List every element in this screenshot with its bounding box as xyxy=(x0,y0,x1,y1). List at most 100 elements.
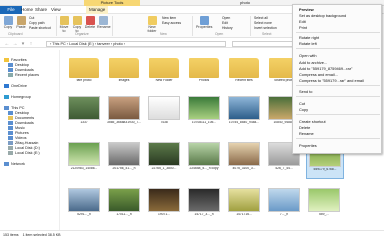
properties-button[interactable]: Properties xyxy=(196,16,212,29)
nav-item-homegroup[interactable]: Homegroup xyxy=(4,95,31,100)
paste-shortcut-button[interactable]: Paste shortcut xyxy=(29,26,51,30)
file-name: Recent files xyxy=(235,79,253,82)
network-icon xyxy=(4,162,9,166)
copy-path-button[interactable]: Copy path xyxy=(29,21,44,25)
menu-item-send-to[interactable]: Send to xyxy=(299,89,312,94)
rename-icon xyxy=(99,16,108,25)
menu-item-open-with[interactable]: Open with xyxy=(299,53,317,58)
list-item[interactable]: 10754_8540_9484... xyxy=(226,96,262,131)
group-separator xyxy=(192,16,193,36)
forward-arrow-icon[interactable]: → xyxy=(12,41,18,47)
nav-item-recent-places[interactable]: Recent places xyxy=(8,73,39,78)
list-item[interactable]: 4075_3100_3... xyxy=(226,142,262,177)
menu-item-properties[interactable]: Properties xyxy=(299,143,317,148)
list-item[interactable]: 19071... xyxy=(146,188,182,223)
file-name: 1471716... xyxy=(236,213,252,216)
menu-item-edit[interactable]: Edit xyxy=(299,19,306,24)
history-button[interactable]: History xyxy=(222,26,233,30)
copy-button[interactable]: Copy xyxy=(2,16,14,29)
image-thumbnail xyxy=(188,188,220,212)
nav-item-network[interactable]: Network xyxy=(4,162,25,167)
list-item[interactable]: 224658_5..._n copy xyxy=(186,142,222,177)
menu-item-add-to-archive[interactable]: Add to archive... xyxy=(299,60,327,65)
file-name: 1337 xyxy=(80,121,88,124)
menu-item-rotate-left[interactable]: Rotate left xyxy=(299,41,317,46)
rename-button[interactable]: Rename xyxy=(97,16,111,29)
image-thumbnail xyxy=(108,96,140,120)
list-item[interactable]: 22765_1_3800... xyxy=(146,142,182,177)
list-item[interactable]: 7438 xyxy=(146,96,182,131)
copy-to-button[interactable]: Copy to xyxy=(71,16,83,33)
list-item[interactable]: 14717_3..._n xyxy=(186,188,222,223)
drive-icon xyxy=(8,146,13,150)
menu-item-delete[interactable]: Delete xyxy=(299,125,310,130)
menu-item-compress-rar-email[interactable]: Compress to "559179...rar" and email xyxy=(299,78,364,83)
menu-item-rotate-right[interactable]: Rotate right xyxy=(299,35,319,40)
rename-label: Rename xyxy=(97,25,111,29)
new-folder-button[interactable]: New folder xyxy=(145,16,159,33)
cut-button[interactable]: Cut xyxy=(29,16,34,20)
menu-item-compress-email[interactable]: Compress and email... xyxy=(299,72,338,77)
file-name: 22765_1_3800... xyxy=(151,167,177,170)
list-item[interactable]: 10708111_105... xyxy=(186,96,222,131)
drive-icon xyxy=(8,151,13,155)
easy-access-button[interactable]: Easy access xyxy=(162,21,181,25)
list-item[interactable]: Photos xyxy=(186,56,222,89)
group-label-select: Select xyxy=(262,32,272,36)
image-thumbnail xyxy=(148,142,180,166)
list-item[interactable]: Recent files xyxy=(226,56,262,89)
downloads-icon xyxy=(8,121,13,125)
list-item[interactable]: 5291..._n xyxy=(66,188,102,223)
menu-item-rename[interactable]: Rename xyxy=(299,131,314,136)
menu-item-create-shortcut[interactable]: Create shortcut xyxy=(299,119,326,124)
group-separator xyxy=(250,16,251,36)
recent-locations-icon[interactable]: ▾ xyxy=(20,41,26,47)
file-name: 426_7_44... xyxy=(275,167,293,170)
list-item[interactable]: 1337 xyxy=(66,96,102,131)
new-item-button[interactable]: New item xyxy=(162,16,176,20)
list-item[interactable]: Images xyxy=(106,56,142,89)
nav-item-onedrive[interactable]: OneDrive xyxy=(4,84,27,89)
image-thumbnail xyxy=(188,96,220,120)
nav-item-local-disk-e[interactable]: Local Disk (E:) xyxy=(8,151,40,156)
menu-item-cut[interactable]: Cut xyxy=(299,101,305,106)
menu-separator xyxy=(296,48,380,49)
file-name: fare photo xyxy=(76,79,92,82)
list-item[interactable]: fare photo xyxy=(66,56,102,89)
file-name: 10708111_105... xyxy=(191,121,217,124)
up-arrow-icon[interactable]: ↑ xyxy=(28,41,34,47)
edit-button[interactable]: Edit xyxy=(222,21,228,25)
address-path[interactable]: › This PC › Local Disk (E:) › tanveer › … xyxy=(46,41,226,47)
list-item[interactable]: 7..._n xyxy=(266,188,302,223)
menu-item-add-to-rar[interactable]: Add to "559179_8759469...rar" xyxy=(299,66,352,71)
paste-button[interactable]: Paste xyxy=(15,16,27,29)
back-arrow-icon[interactable]: ← xyxy=(4,41,10,47)
open-button[interactable]: Open xyxy=(222,16,230,20)
list-item[interactable]: 201756_41..._n xyxy=(106,142,142,177)
list-item[interactable]: 1471716... xyxy=(226,188,262,223)
menu-item-print[interactable]: Print xyxy=(299,25,307,30)
folder-icon xyxy=(149,58,179,78)
invert-selection-button[interactable]: Invert selection xyxy=(254,26,277,30)
list-item[interactable]: New Folder xyxy=(146,56,182,89)
homegroup-icon xyxy=(4,95,9,99)
menu-item-preview[interactable]: Preview xyxy=(299,7,314,12)
new-folder-icon xyxy=(147,16,157,25)
delete-button[interactable]: Delete xyxy=(84,16,96,29)
select-all-button[interactable]: Select all xyxy=(254,16,268,20)
file-name: 3565_3668831930_7... xyxy=(107,121,141,124)
menu-item-set-desktop-background[interactable]: Set as desktop background xyxy=(299,13,346,18)
list-item[interactable]: 2120983_14086... xyxy=(66,142,102,177)
tab-manage[interactable]: Manage xyxy=(86,6,109,14)
move-to-button[interactable]: Move to xyxy=(58,16,70,33)
tab-view[interactable]: View xyxy=(48,6,64,14)
list-item[interactable]: 559_... xyxy=(306,188,342,223)
list-item[interactable]: 17011..._n xyxy=(106,188,142,223)
desktop-icon xyxy=(8,111,13,115)
paste-label: Paste xyxy=(16,25,26,29)
list-item[interactable]: 3565_3668831930_7... xyxy=(106,96,142,131)
menu-item-copy[interactable]: Copy xyxy=(299,107,308,112)
select-none-button[interactable]: Select none xyxy=(254,21,272,25)
downloads-icon xyxy=(8,68,13,72)
file-name: 2120983_14086... xyxy=(70,167,98,170)
